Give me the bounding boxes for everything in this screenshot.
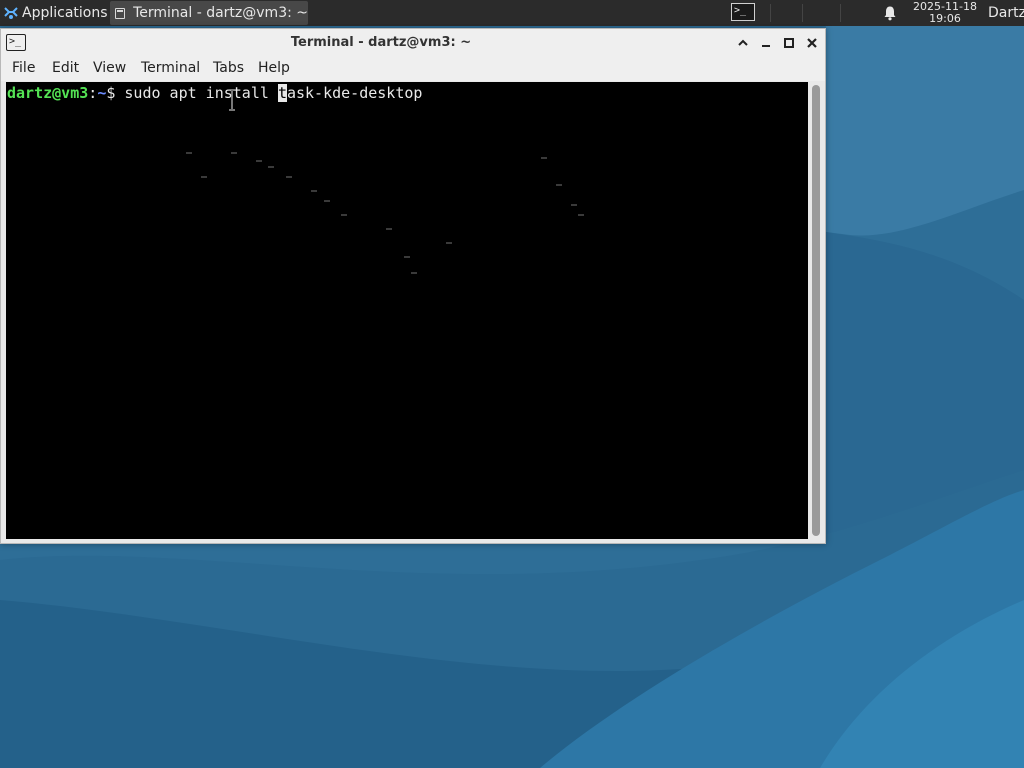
menu-tabs[interactable]: Tabs xyxy=(213,60,244,76)
terminal-output-area[interactable]: dartz@vm3:~$ sudo apt install task-kde-d… xyxy=(6,82,808,539)
prompt-symbol: $ xyxy=(106,84,125,102)
bell-icon[interactable] xyxy=(882,5,898,21)
render-artifact xyxy=(571,204,577,206)
menu-bar: File Edit View Terminal Tabs Help xyxy=(1,57,825,81)
menu-terminal[interactable]: Terminal xyxy=(141,60,200,76)
render-artifact xyxy=(268,166,274,168)
window-titlebar[interactable]: >_ Terminal - dartz@vm3: ~ xyxy=(1,29,825,57)
render-artifact xyxy=(324,200,330,202)
maximize-icon xyxy=(784,38,794,48)
terminal-scrollbar[interactable] xyxy=(809,82,823,539)
maximize-button[interactable] xyxy=(781,35,797,51)
user-menu[interactable]: Dartz xyxy=(988,0,1024,26)
panel-separator xyxy=(840,4,841,22)
render-artifact xyxy=(231,152,237,154)
render-artifact xyxy=(556,184,562,186)
render-artifact xyxy=(411,272,417,274)
mouse-ibeam-cursor xyxy=(229,89,235,111)
render-artifact xyxy=(186,152,192,154)
command-text-rest: ask-kde-desktop xyxy=(286,84,423,102)
menu-view[interactable]: View xyxy=(93,60,126,76)
prompt-separator: : xyxy=(88,84,98,102)
text-cursor: t xyxy=(277,84,287,102)
shade-button[interactable] xyxy=(735,35,751,51)
render-artifact xyxy=(311,190,317,192)
taskbar-item-terminal[interactable]: Terminal - dartz@vm3: ~ xyxy=(110,1,308,25)
terminal-launcher-button[interactable]: >_ xyxy=(728,1,758,23)
scrollbar-thumb[interactable] xyxy=(812,85,820,536)
terminal-launcher-icon: >_ xyxy=(731,3,755,21)
render-artifact xyxy=(541,157,547,159)
menu-edit[interactable]: Edit xyxy=(52,60,79,76)
menu-help[interactable]: Help xyxy=(258,60,290,76)
taskbar-item-label: Terminal - dartz@vm3: ~ xyxy=(133,5,308,21)
render-artifact xyxy=(286,176,292,178)
command-text: sudo apt install xyxy=(124,84,278,102)
close-button[interactable] xyxy=(804,35,820,51)
render-artifact xyxy=(201,176,207,178)
applications-menu-button[interactable]: Applications ≡ xyxy=(0,0,122,26)
clock-time: 19:06 xyxy=(929,12,961,25)
terminal-icon xyxy=(115,7,126,19)
render-artifact xyxy=(578,214,584,216)
window-title: Terminal - dartz@vm3: ~ xyxy=(290,35,472,50)
render-artifact xyxy=(341,214,347,216)
terminal-line: dartz@vm3:~$ sudo apt install task-kde-d… xyxy=(7,83,422,103)
render-artifact xyxy=(404,256,410,258)
terminal-window: >_ Terminal - dartz@vm3: ~ File Edit Vie… xyxy=(0,28,826,544)
applications-label: Applications xyxy=(22,5,108,21)
panel-clock[interactable]: 2025-11-18 19:06 xyxy=(910,1,980,25)
top-panel: Applications ≡ Terminal - dartz@vm3: ~ >… xyxy=(0,0,1024,26)
panel-separator xyxy=(802,4,803,22)
render-artifact xyxy=(386,228,392,230)
prompt-user: dartz@vm3 xyxy=(7,84,89,102)
panel-separator xyxy=(770,4,771,22)
menu-file[interactable]: File xyxy=(12,60,35,76)
xfce-mouse-icon xyxy=(4,7,18,19)
prompt-path: ~ xyxy=(97,84,107,102)
close-icon xyxy=(807,38,817,48)
chevron-up-icon xyxy=(738,39,748,46)
minimize-icon xyxy=(762,45,770,47)
render-artifact xyxy=(446,242,452,244)
minimize-button[interactable] xyxy=(758,35,774,51)
desktop: Applications ≡ Terminal - dartz@vm3: ~ >… xyxy=(0,0,1024,768)
render-artifact xyxy=(256,160,262,162)
